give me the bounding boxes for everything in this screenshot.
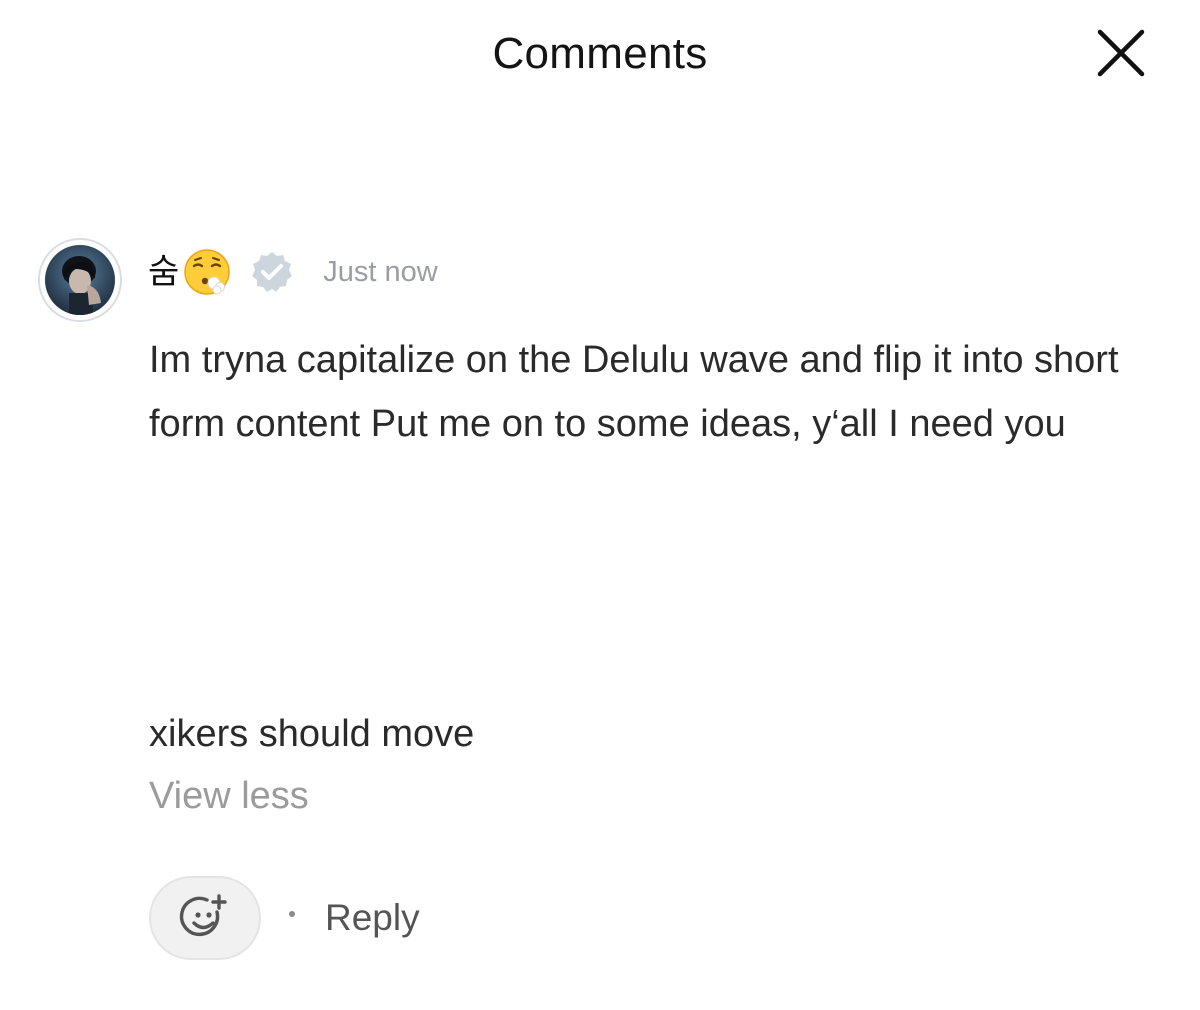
timestamp: Just now [323, 255, 438, 288]
avatar[interactable] [38, 238, 122, 322]
username[interactable]: 숨 [148, 252, 179, 292]
comment-extra-text: xikers should move [149, 713, 475, 755]
face-exhaling-emoji-icon [181, 246, 233, 298]
page-title: Comments [492, 29, 708, 78]
separator-dot [289, 911, 295, 917]
reply-button[interactable]: Reply [325, 897, 420, 939]
view-less-link[interactable]: View less [149, 770, 309, 822]
close-button[interactable] [1092, 24, 1150, 82]
comment-meta: 숨 Just now [148, 244, 438, 300]
verified-check-icon [249, 249, 295, 295]
comment-text: Im tryna capitalize on the Delulu wave a… [149, 339, 1119, 445]
comment-actions: Reply [149, 876, 420, 960]
close-icon [1097, 29, 1145, 77]
add-reaction-button[interactable] [149, 876, 261, 960]
add-reaction-icon [179, 894, 227, 937]
avatar-photo [45, 245, 115, 315]
